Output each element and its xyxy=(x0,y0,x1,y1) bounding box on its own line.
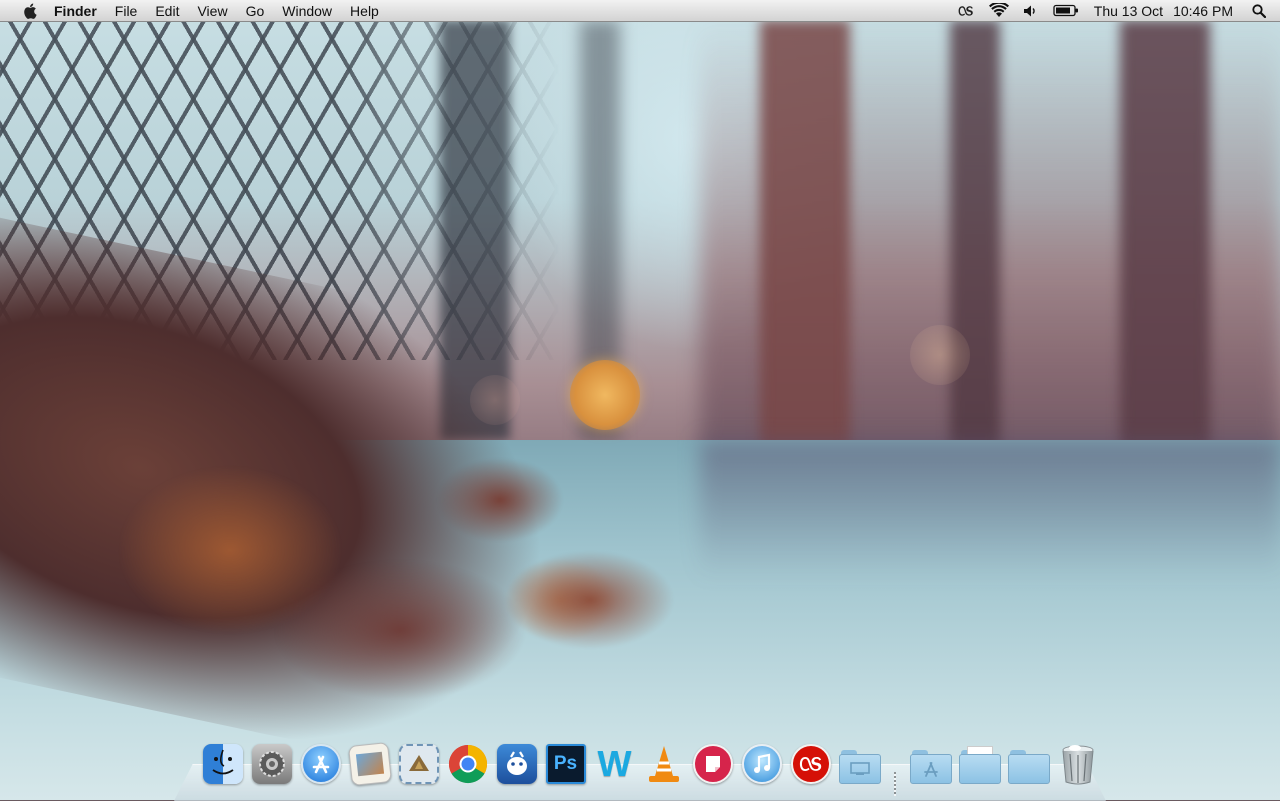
trash-icon[interactable] xyxy=(1056,742,1100,786)
applications-folder-icon[interactable] xyxy=(909,742,953,786)
volume-icon[interactable] xyxy=(1016,0,1046,22)
menu-window[interactable]: Window xyxy=(273,0,341,22)
bokeh-light xyxy=(570,360,640,430)
system-preferences-icon[interactable] xyxy=(250,742,294,786)
desktop-folder-icon[interactable] xyxy=(838,742,882,786)
lastfm-icon[interactable] xyxy=(789,742,833,786)
adium-icon[interactable] xyxy=(495,742,539,786)
photoshop-icon[interactable]: Ps xyxy=(544,742,588,786)
status-area: Thu 13 Oct 10:46 PM xyxy=(950,0,1280,22)
documents-folder-icon[interactable] xyxy=(958,742,1002,786)
dock: Ps W xyxy=(198,736,1102,796)
mail-icon[interactable] xyxy=(397,742,441,786)
menu-edit[interactable]: Edit xyxy=(146,0,188,22)
downloads-folder-icon[interactable] xyxy=(1007,742,1051,786)
lastfm-scrobbler-icon[interactable] xyxy=(950,0,982,22)
apple-menu-icon[interactable] xyxy=(17,3,43,19)
desktop-wallpaper xyxy=(0,0,1280,800)
chrome-icon[interactable] xyxy=(446,742,490,786)
spotlight-search-icon[interactable] xyxy=(1245,0,1280,22)
sticky-note-app-icon[interactable] xyxy=(691,742,735,786)
menu-bar: Finder File Edit View Go Window Help Thu… xyxy=(0,0,1280,22)
finder-icon[interactable] xyxy=(201,742,245,786)
word-icon[interactable]: W xyxy=(593,742,637,786)
menu-file[interactable]: File xyxy=(106,0,147,22)
menu-help[interactable]: Help xyxy=(341,0,388,22)
clock-time: 10:46 PM xyxy=(1173,2,1233,19)
menu-go[interactable]: Go xyxy=(237,0,274,22)
battery-icon[interactable] xyxy=(1046,0,1086,22)
preview-icon[interactable] xyxy=(347,742,392,786)
dock-separator[interactable] xyxy=(888,746,902,796)
vlc-icon[interactable] xyxy=(642,742,686,786)
menu-bar-clock[interactable]: Thu 13 Oct 10:46 PM xyxy=(1086,3,1245,19)
app-store-icon[interactable] xyxy=(299,742,343,786)
wifi-icon[interactable] xyxy=(982,0,1016,22)
menu-view[interactable]: View xyxy=(188,0,236,22)
clock-date: Thu 13 Oct xyxy=(1093,2,1164,19)
autumn-leaves xyxy=(120,430,680,710)
menu-app-finder[interactable]: Finder xyxy=(43,0,106,22)
itunes-icon[interactable] xyxy=(740,742,784,786)
